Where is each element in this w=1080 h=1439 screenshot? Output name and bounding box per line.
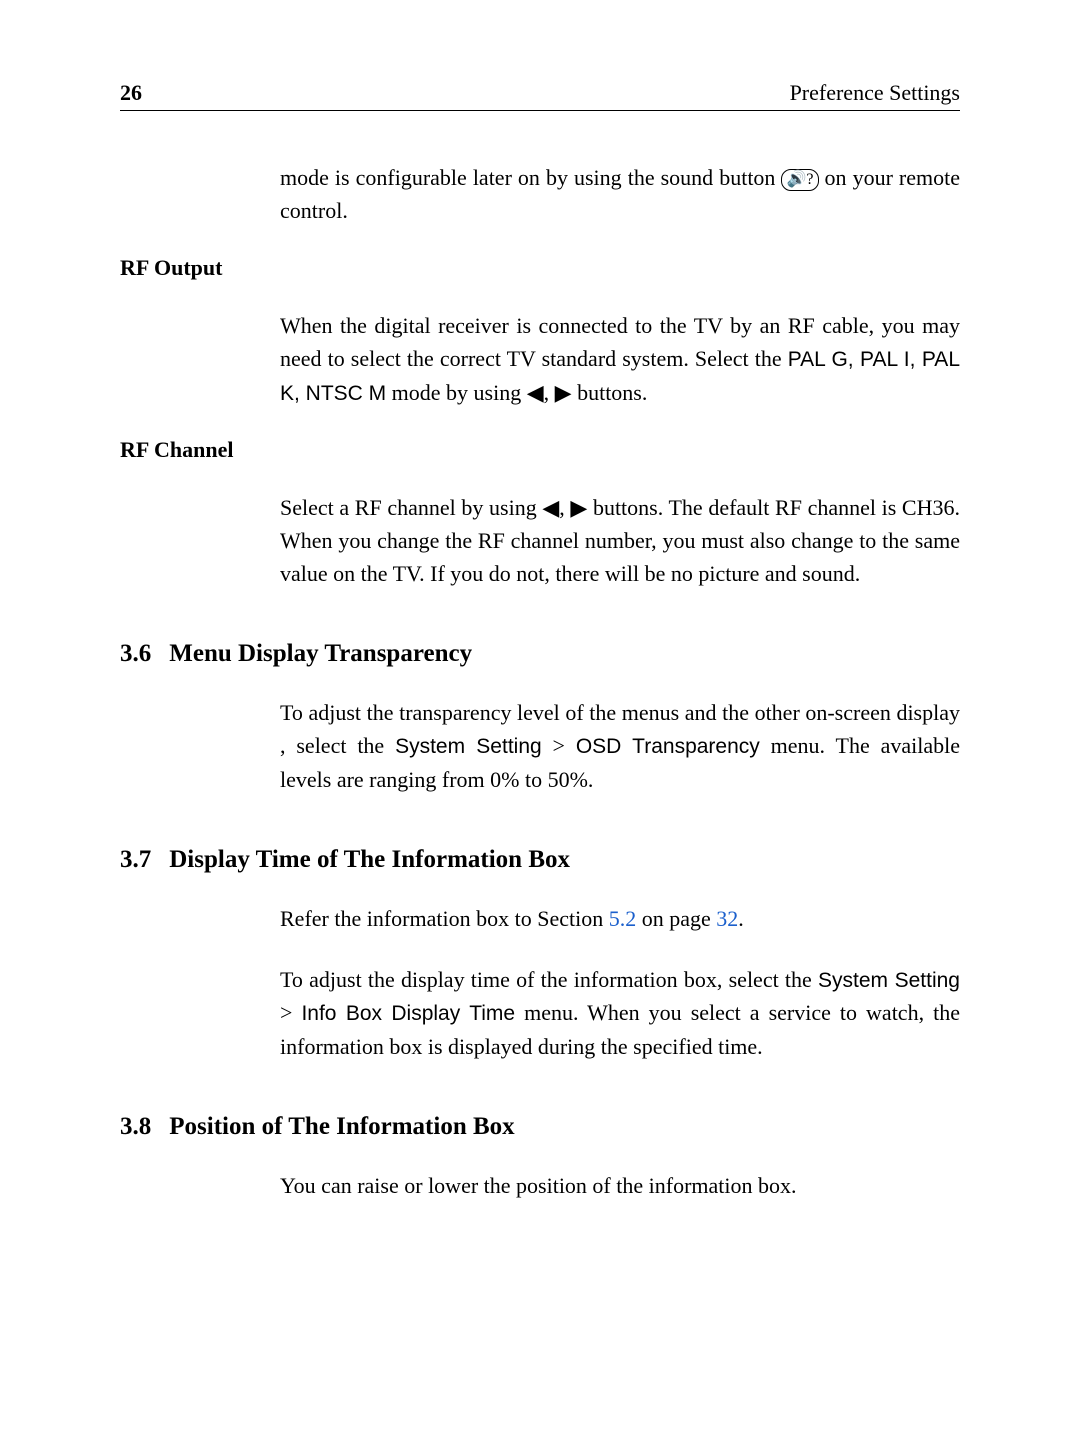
rf-channel-heading: RF Channel <box>120 437 960 463</box>
rf-channel-paragraph: Select a RF channel by using ◀, ▶ button… <box>280 491 960 590</box>
s36-gt: > <box>542 733 576 758</box>
section-number: 3.8 <box>120 1113 151 1141</box>
page-container: 26 Preference Settings mode is configura… <box>0 0 1080 1310</box>
section-3-8-paragraph: You can raise or lower the position of t… <box>280 1169 960 1202</box>
arrow-right-icon: ▶ <box>570 491 587 524</box>
page-number: 26 <box>120 80 142 106</box>
link-page-32[interactable]: 32 <box>716 906 738 931</box>
rf-output-text-2: mode by using <box>386 380 527 405</box>
section-3-8-heading: 3.8 Position of The Information Box <box>120 1113 960 1141</box>
arrow-left-icon: ◀ <box>542 491 559 524</box>
intro-text-before: mode is configurable later on by using t… <box>280 165 781 190</box>
header-title: Preference Settings <box>790 80 960 106</box>
s37-p2-1: To adjust the display time of the inform… <box>280 967 818 992</box>
rf-output-heading: RF Output <box>120 255 960 281</box>
s37-p1-3: . <box>738 906 744 931</box>
arrow-sep: , <box>559 495 570 520</box>
sound-button-icon: 🔊? <box>781 169 818 190</box>
section-title: Position of The Information Box <box>169 1113 514 1141</box>
arrow-right-icon: ▶ <box>555 376 572 409</box>
s38-text: You can raise or lower the position of t… <box>280 1173 797 1198</box>
rf-output-paragraph: When the digital receiver is connected t… <box>280 309 960 409</box>
section-number: 3.7 <box>120 846 151 874</box>
section-3-6-heading: 3.6 Menu Display Transparency <box>120 640 960 668</box>
section-title: Display Time of The Information Box <box>169 846 570 874</box>
section-3-7-paragraph-2: To adjust the display time of the inform… <box>280 963 960 1063</box>
rf-channel-text-1: Select a RF channel by using <box>280 495 542 520</box>
intro-paragraph: mode is configurable later on by using t… <box>280 161 960 227</box>
s37-p1-1: Refer the information box to Section <box>280 906 609 931</box>
section-3-7-heading: 3.7 Display Time of The Information Box <box>120 846 960 874</box>
s36-menu-2: OSD Transparency <box>576 735 760 758</box>
page-header: 26 Preference Settings <box>120 80 960 111</box>
section-number: 3.6 <box>120 640 151 668</box>
section-3-6-paragraph: To adjust the transparency level of the … <box>280 696 960 796</box>
s37-p1-2: on page <box>636 906 716 931</box>
section-title: Menu Display Transparency <box>169 640 472 668</box>
link-section-5-2[interactable]: 5.2 <box>609 906 637 931</box>
arrow-left-icon: ◀ <box>527 376 544 409</box>
rf-output-text-3: buttons. <box>572 380 648 405</box>
arrow-sep: , <box>544 380 555 405</box>
s37-menu-2: Info Box Display Time <box>301 1002 515 1025</box>
section-3-7-paragraph-1: Refer the information box to Section 5.2… <box>280 902 960 935</box>
s36-menu-1: System Setting <box>395 735 542 758</box>
s37-gt: > <box>280 1000 301 1025</box>
s37-menu-1: System Setting <box>818 969 960 992</box>
